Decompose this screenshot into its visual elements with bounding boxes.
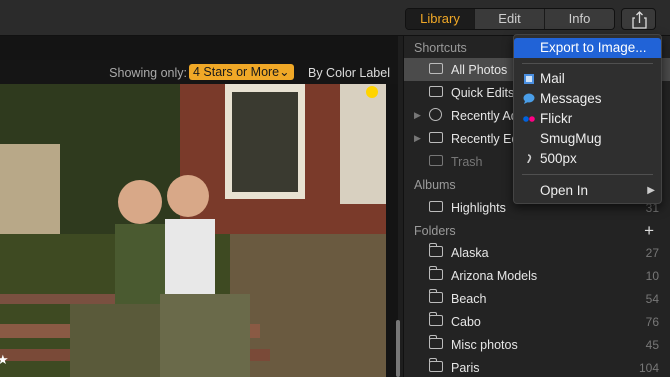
item-count: 10 xyxy=(645,269,659,283)
sidebar-item-cabo[interactable]: Cabo 76 xyxy=(404,310,670,333)
menu-item-export-to-image[interactable]: Export to Image... xyxy=(514,38,661,58)
flickr-icon xyxy=(523,116,535,122)
folder-icon xyxy=(429,289,443,303)
folder-icon xyxy=(429,312,443,326)
tab-info[interactable]: Info xyxy=(545,9,614,29)
menu-item-smugmug[interactable]: SmugMug xyxy=(514,129,661,149)
item-count: 76 xyxy=(645,315,659,329)
filter-dropdown[interactable]: 4 Stars or More⌄ xyxy=(189,64,294,80)
menu-separator xyxy=(522,174,653,175)
500px-icon xyxy=(527,154,532,164)
sort-value: By Color Label xyxy=(308,66,390,80)
chevron-down-icon: ⌄ xyxy=(279,65,290,79)
sidebar-item-label: Paris xyxy=(451,361,480,375)
menu-item-mail[interactable]: Mail xyxy=(514,69,661,89)
sidebar-item-label: Cabo xyxy=(451,315,481,329)
trash-icon xyxy=(429,155,443,166)
share-icon xyxy=(632,11,647,29)
share-menu: Export to Image... Mail Messages Flickr … xyxy=(513,34,662,204)
section-shortcuts: Shortcuts xyxy=(414,41,467,55)
mail-icon xyxy=(524,74,534,84)
scrollbar[interactable] xyxy=(396,320,400,377)
folder-icon xyxy=(429,358,443,372)
view-mode-segmented-control: Library Edit Info xyxy=(405,8,615,30)
all-photos-icon xyxy=(429,63,443,74)
color-label-dot xyxy=(366,86,378,98)
photo-preview[interactable] xyxy=(0,84,386,377)
filter-label: Showing only: xyxy=(109,66,187,80)
menu-item-label: Flickr xyxy=(540,111,573,126)
top-toolbar: Library Edit Info xyxy=(0,0,670,36)
section-albums: Albums xyxy=(414,178,456,192)
filter-bar: Showing only: 4 Stars or More⌄ By Color … xyxy=(0,60,398,94)
share-button[interactable] xyxy=(621,8,656,30)
disclosure-triangle-icon[interactable]: ▶ xyxy=(414,133,421,144)
item-count: 104 xyxy=(638,361,659,375)
folder-icon xyxy=(429,266,443,280)
sidebar-item-label: All Photos xyxy=(451,63,508,77)
sidebar-item-label: Arizona Models xyxy=(451,269,538,283)
sidebar-item-label: Recently Ed xyxy=(451,132,519,146)
menu-item-flickr[interactable]: Flickr xyxy=(514,109,661,129)
menu-item-500px[interactable]: 500px xyxy=(514,149,661,169)
sidebar-item-label: Highlights xyxy=(451,201,506,215)
menu-item-messages[interactable]: Messages xyxy=(514,89,661,109)
disclosure-triangle-icon[interactable]: ▶ xyxy=(414,110,421,121)
menu-item-open-in[interactable]: Open In ▶ xyxy=(514,181,661,201)
item-count: 45 xyxy=(645,338,659,352)
sidebar-item-paris[interactable]: Paris 104 xyxy=(404,356,670,377)
menu-item-label: Open In xyxy=(540,183,589,198)
submenu-arrow-icon: ▶ xyxy=(647,185,655,196)
sidebar-item-label: Alaska xyxy=(451,246,489,260)
menu-item-label: Messages xyxy=(540,91,602,106)
photo-image xyxy=(0,84,386,377)
sliders-icon xyxy=(429,132,443,143)
menu-item-label: Export to Image... xyxy=(540,40,647,55)
folder-icon xyxy=(429,243,443,257)
sidebar-item-alaska[interactable]: Alaska 27 xyxy=(404,241,670,264)
sidebar-item-label: Recently Ad xyxy=(451,109,518,123)
folder-icon xyxy=(429,335,443,349)
favorite-star-icon[interactable]: ★ xyxy=(0,352,9,368)
sidebar-item-label: Trash xyxy=(451,155,483,169)
sidebar-item-label: Misc photos xyxy=(451,338,518,352)
grid-icon xyxy=(429,86,443,97)
filter-value: 4 Stars or More xyxy=(193,65,280,79)
tab-edit[interactable]: Edit xyxy=(475,9,545,29)
album-icon xyxy=(429,201,443,212)
sidebar-item-arizona-models[interactable]: Arizona Models 10 xyxy=(404,264,670,287)
add-folder-plus-icon[interactable]: + xyxy=(644,221,654,241)
item-count: 54 xyxy=(645,292,659,306)
sidebar-item-label: Quick Edits xyxy=(451,86,515,100)
menu-item-label: Mail xyxy=(540,71,565,86)
sidebar-item-misc-photos[interactable]: Misc photos 45 xyxy=(404,333,670,356)
menu-separator xyxy=(522,63,653,64)
tab-library[interactable]: Library xyxy=(406,9,475,29)
plus-circle-icon xyxy=(429,108,442,121)
sidebar-item-beach[interactable]: Beach 54 xyxy=(404,287,670,310)
menu-item-label: 500px xyxy=(540,151,577,166)
messages-icon xyxy=(523,93,535,104)
item-count: 27 xyxy=(645,246,659,260)
menu-item-label: SmugMug xyxy=(540,131,602,146)
section-folders: Folders xyxy=(414,224,456,238)
sidebar-item-label: Beach xyxy=(451,292,487,306)
